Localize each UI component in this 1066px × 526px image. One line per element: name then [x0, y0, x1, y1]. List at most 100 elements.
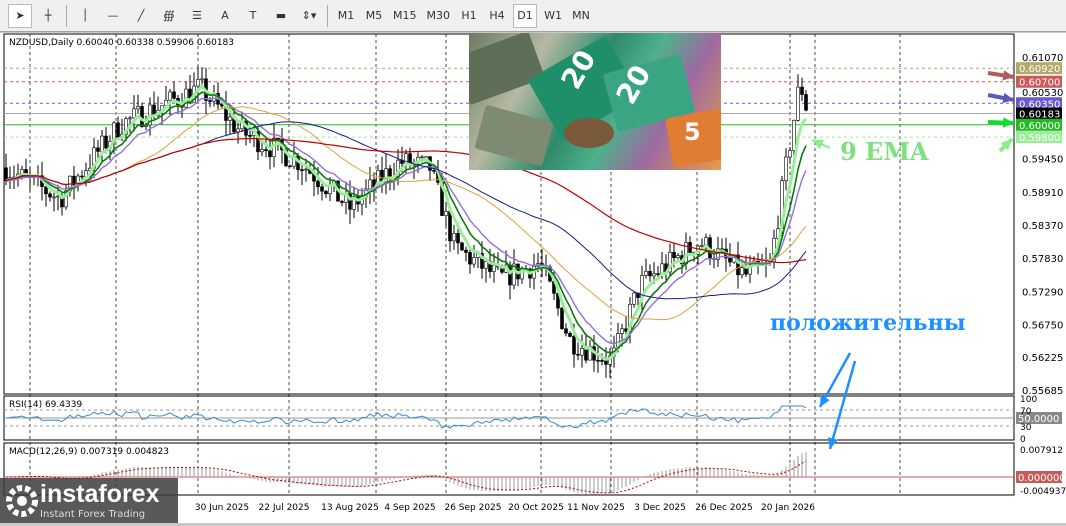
candle-body [796, 86, 800, 121]
price-tick: 0.60530 [1022, 88, 1063, 99]
vertical-line-tool-button[interactable]: │ [73, 4, 97, 28]
candle-body [508, 264, 512, 286]
ema-annotation: 9 EMA [840, 137, 929, 166]
timeframe-d1[interactable]: D1 [513, 3, 537, 28]
candle-body [288, 165, 292, 168]
crosshair-tool-button[interactable]: ┼ [36, 4, 60, 28]
candle-body [460, 242, 464, 251]
macd-tick: -0.004937 [1020, 487, 1066, 497]
candle-body [568, 332, 572, 337]
rsi-tick: 30 [1020, 423, 1032, 433]
candle-body [652, 273, 656, 277]
price-tick: 0.57830 [1022, 254, 1063, 265]
candle-body [140, 106, 144, 127]
timeframe-m5[interactable]: M5 [362, 4, 386, 28]
rsi-tick: 100 [1020, 395, 1037, 405]
candle-body [604, 360, 608, 365]
timeframe-m15[interactable]: M15 [390, 4, 420, 28]
fibonacci-tool-button[interactable]: ∰ [157, 4, 181, 28]
timeframe-w1[interactable]: W1 [541, 4, 565, 28]
trendline-icon: ╱ [137, 9, 145, 22]
fibo-channel-tool-button[interactable]: ☰ [185, 4, 209, 28]
toolbar-separator [66, 4, 67, 27]
candle-body [268, 150, 272, 158]
candle-body [196, 79, 200, 87]
candle-body [464, 249, 468, 253]
arrows-tool-button[interactable]: ⇕▾ [297, 4, 321, 28]
fibo-channel-icon: ☰ [192, 9, 202, 22]
toolbar: ➤ ┼ │ — ╱ ∰ ☰ A T ▬ ⇕▾ M1 M5 M15 M30 H1 H4 D1 W1 MN [0, 0, 1066, 32]
candle-body [620, 328, 624, 334]
candle-body [136, 106, 140, 110]
text-icon: A [221, 9, 229, 22]
candle-body [644, 270, 648, 276]
text-tool-button[interactable]: A [213, 4, 237, 28]
date-tick: 20 Oct 2025 [508, 503, 564, 513]
macd-zero-label: 0.000000 [1018, 473, 1066, 484]
candle-body [600, 360, 604, 362]
candle-body [168, 91, 172, 101]
trendline-tool-button[interactable]: ╱ [129, 4, 153, 28]
logo-name: instaforex [40, 480, 160, 508]
banknotes-image: 20 20 5 [469, 33, 721, 170]
candle-body [676, 255, 680, 259]
price-tick: 0.56750 [1022, 321, 1063, 332]
candle-body [580, 348, 584, 356]
text-label-tool-button[interactable]: T [241, 4, 265, 28]
candle-body [248, 135, 252, 137]
candle-body [260, 149, 264, 153]
candle-body [740, 267, 744, 276]
candle-body [340, 200, 344, 203]
date-tick: 26 Sep 2025 [444, 503, 501, 513]
candle-body [648, 270, 652, 277]
rectangle-icon: ▬ [275, 9, 287, 22]
candle-body [324, 190, 328, 195]
cursor-icon: ➤ [15, 9, 25, 22]
date-tick: 3 Dec 2025 [634, 503, 686, 513]
gear-logo-icon [6, 485, 38, 517]
candle-body [456, 233, 460, 244]
level-price-label: 0.60700 [1019, 78, 1060, 89]
timeframe-h4[interactable]: H4 [485, 4, 509, 28]
candle-body [300, 169, 304, 171]
candle-body [420, 156, 424, 159]
timeframe-m1[interactable]: M1 [334, 4, 358, 28]
price-tick: 0.58910 [1022, 188, 1063, 199]
rsi-tick: 70 [1020, 407, 1032, 417]
logo-tagline: Instant Forex Trading [40, 509, 146, 520]
timeframe-h1[interactable]: H1 [457, 4, 481, 28]
timeframe-m30[interactable]: M30 [424, 4, 454, 28]
candle-body [48, 193, 52, 198]
candle-body [44, 186, 48, 195]
candle-body [128, 117, 132, 120]
candle-body [560, 307, 564, 330]
candle-body [788, 150, 792, 158]
candle-body [468, 252, 472, 265]
candle-body [208, 100, 212, 102]
instaforex-logo: instaforex Instant Forex Trading [0, 478, 178, 523]
horizontal-line-tool-button[interactable]: — [101, 4, 125, 28]
candle-body [596, 359, 600, 362]
candle-body [572, 336, 576, 355]
date-tick: 30 Jun 2025 [195, 503, 249, 513]
timeframe-mn[interactable]: MN [569, 4, 593, 28]
cursor-tool-button[interactable]: ➤ [8, 3, 32, 28]
vertical-line-icon: │ [81, 9, 89, 22]
date-tick: 11 Nov 2025 [567, 503, 625, 513]
candle-body [316, 180, 320, 188]
candle-body [132, 108, 136, 119]
candle-body [200, 78, 204, 81]
candle-body [472, 257, 476, 265]
candle-body [484, 261, 488, 269]
rectangle-tool-button[interactable]: ▬ [269, 4, 293, 28]
candle-body [80, 175, 84, 178]
rsi-tick: 0 [1020, 435, 1026, 445]
candle-body [792, 119, 796, 151]
price-tick: 0.56225 [1022, 353, 1063, 364]
candle-body [700, 245, 704, 247]
candle-body [432, 170, 436, 172]
price-tick: 0.58370 [1022, 221, 1063, 232]
candle-body [100, 135, 104, 152]
candle-body [492, 265, 496, 272]
candle-body [304, 168, 308, 171]
